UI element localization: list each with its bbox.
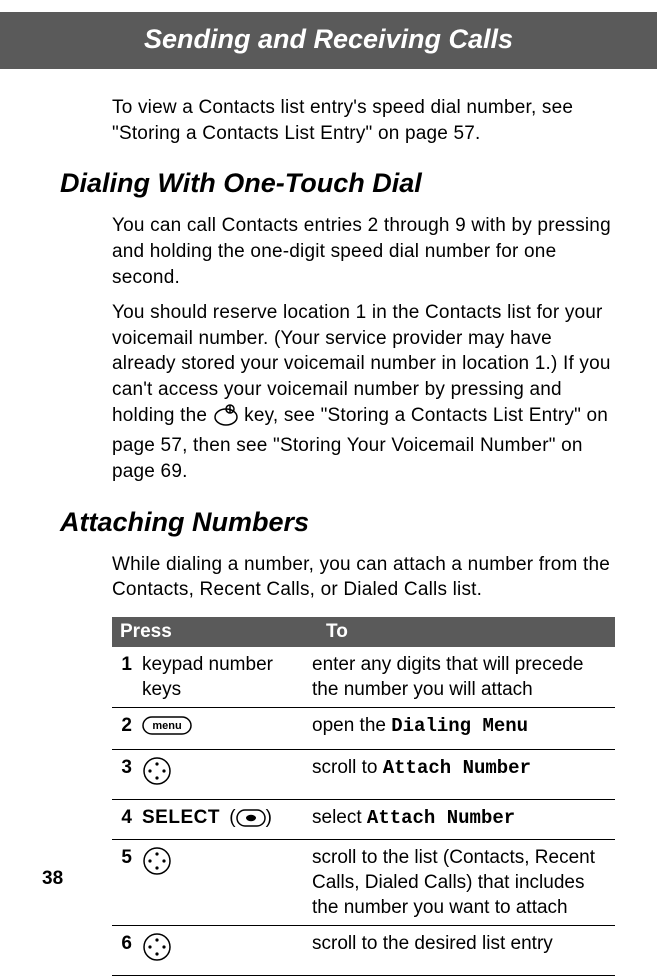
press-text: keypad number keys bbox=[142, 654, 273, 700]
step-to: select Attach Number bbox=[312, 805, 615, 835]
section-heading-dialing: Dialing With One-Touch Dial bbox=[60, 168, 615, 199]
nav-key-icon bbox=[142, 932, 172, 970]
nav-key-icon bbox=[142, 846, 172, 884]
step-to: scroll to the desired list entry bbox=[312, 931, 615, 970]
step-to: scroll to Attach Number bbox=[312, 755, 615, 794]
steps-table: Press To 1 keypad number keys enter any … bbox=[112, 617, 615, 976]
menu-key-icon: menu bbox=[142, 714, 192, 744]
page-content: To view a Contacts list entry's speed di… bbox=[0, 95, 657, 976]
step-press bbox=[142, 755, 312, 794]
step-press: menu bbox=[142, 713, 312, 744]
table-header-row: Press To bbox=[112, 617, 615, 647]
table-row: 6 scroll to the desired list entry bbox=[112, 926, 615, 976]
to-mono: Dialing Menu bbox=[391, 715, 528, 737]
chapter-title: Sending and Receiving Calls bbox=[144, 24, 513, 54]
to-text: scroll to the desired list entry bbox=[312, 933, 553, 954]
table-header-to: To bbox=[318, 617, 615, 647]
step-to: enter any digits that will precede the n… bbox=[312, 652, 615, 702]
to-text: select bbox=[312, 807, 367, 828]
step-press: SELECT ( ) bbox=[142, 805, 312, 835]
select-key-icon bbox=[236, 809, 266, 835]
step-number: 6 bbox=[112, 931, 142, 970]
step-press bbox=[142, 845, 312, 920]
section1-p2: You should reserve location 1 in the Con… bbox=[112, 300, 615, 484]
table-row: 3 scroll to Attach Number bbox=[112, 750, 615, 800]
intro-paragraph: To view a Contacts list entry's speed di… bbox=[112, 95, 615, 146]
step-number: 1 bbox=[112, 652, 142, 702]
step-press bbox=[142, 931, 312, 970]
table-row: 4 SELECT ( ) select Attach Number bbox=[112, 800, 615, 841]
menu-key-label: menu bbox=[152, 720, 181, 732]
to-text: scroll to bbox=[312, 757, 383, 778]
step-to: open the Dialing Menu bbox=[312, 713, 615, 744]
step-press: keypad number keys bbox=[142, 652, 312, 702]
step-number: 4 bbox=[112, 805, 142, 835]
step-number: 2 bbox=[112, 713, 142, 744]
chapter-header: Sending and Receiving Calls bbox=[0, 12, 657, 69]
table-header-press: Press bbox=[112, 617, 318, 647]
step-to: scroll to the list (Contacts, Recent Cal… bbox=[312, 845, 615, 920]
to-mono: Attach Number bbox=[367, 807, 515, 829]
table-row: 1 keypad number keys enter any digits th… bbox=[112, 647, 615, 708]
section-heading-attaching: Attaching Numbers bbox=[60, 507, 615, 538]
to-text: enter any digits that will precede the n… bbox=[312, 654, 583, 700]
select-label: SELECT bbox=[142, 807, 220, 828]
to-mono: Attach Number bbox=[383, 757, 531, 779]
to-text: scroll to the list (Contacts, Recent Cal… bbox=[312, 847, 595, 917]
voicemail-key-icon bbox=[213, 404, 239, 434]
nav-key-icon bbox=[142, 756, 172, 794]
section2-p1: While dialing a number, you can attach a… bbox=[112, 552, 615, 603]
to-text: open the bbox=[312, 715, 391, 736]
section1-p1: You can call Contacts entries 2 through … bbox=[112, 213, 615, 290]
page-number: 38 bbox=[42, 868, 63, 890]
table-row: 5 scroll to the list (Contacts, Recent C… bbox=[112, 840, 615, 926]
step-number: 5 bbox=[112, 845, 142, 920]
table-row: 2 menu open the Dialing Menu bbox=[112, 708, 615, 750]
step-number: 3 bbox=[112, 755, 142, 794]
